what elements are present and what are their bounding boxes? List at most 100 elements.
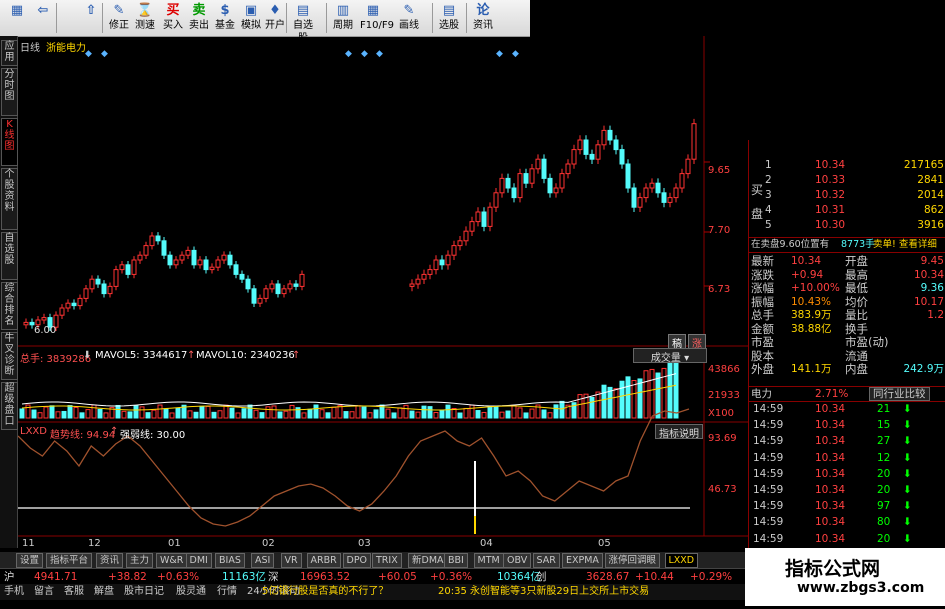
sz-amount: 10364亿: [497, 571, 541, 583]
left-tab[interactable]: 牛叉诊断: [1, 332, 18, 380]
toolbar-button[interactable]: 论资讯: [470, 2, 496, 34]
date-tick: 12: [88, 538, 101, 549]
indicator-tab[interactable]: DMI: [185, 553, 212, 568]
indicator-tab[interactable]: DPO: [342, 553, 372, 568]
toolbar-button[interactable]: 卖卖出: [186, 2, 212, 34]
status-link[interactable]: 客服: [64, 584, 84, 600]
left-tab[interactable]: 自选股: [1, 232, 18, 280]
low-price-label: 6.00: [34, 325, 57, 336]
toolbar-button[interactable]: ▦ F10/F9: [360, 2, 394, 34]
left-tab[interactable]: 个股资料: [1, 168, 18, 230]
tick-price: 10.34: [815, 484, 846, 496]
toolbar-button[interactable]: ✎ 修正: [106, 2, 132, 34]
toolbar-icon: $: [220, 3, 230, 18]
toolbar-button[interactable]: ▣ 模拟: [238, 2, 264, 34]
industry-name: 电力: [751, 388, 772, 400]
news-headline-1[interactable]: 5亿银行股是否真的不行了？: [262, 584, 388, 600]
indicator-tab[interactable]: ASI: [251, 553, 275, 568]
status-link[interactable]: 行情: [217, 584, 237, 600]
toolbar-button[interactable]: ♦ 开户: [262, 2, 288, 34]
indicator-tab[interactable]: BBI: [444, 553, 468, 568]
toolbar-icon: 买: [166, 3, 180, 18]
toolbar-button[interactable]: ▥ 周期: [330, 2, 356, 34]
indicator-tab[interactable]: VR: [280, 553, 302, 568]
sell-alert[interactable]: 在卖盘9.60位置有 8773手 卖单! 查看详细: [749, 237, 945, 253]
order-book-row[interactable]: 5 10.30 3916: [749, 218, 945, 232]
indicator-tab[interactable]: SAR: [532, 553, 560, 568]
toolbar: ▦ ⇦ ⇧ ✎ 修正 ⌛ 测速买买入卖卖出 $ 基金 ▣ 模拟 ♦ 开户 ▤ 自选股 ▥ 周期 ▦ F10/F9 ✎ 画…: [0, 0, 530, 44]
toolbar-button[interactable]: 买买入: [160, 2, 186, 34]
date-tick: 01: [168, 538, 181, 549]
toolbar-separator: [56, 3, 57, 33]
toolbar-button[interactable]: ✎ 画线: [396, 2, 422, 34]
indicator-tab[interactable]: TRIX: [372, 553, 402, 568]
toolbar-button[interactable]: ▦: [4, 2, 30, 34]
left-tab[interactable]: 超级盘口: [1, 382, 18, 430]
order-book-row[interactable]: 1 10.34 217165: [749, 158, 945, 172]
toolbar-separator: [102, 3, 103, 33]
toolbar-button[interactable]: $ 基金: [212, 2, 238, 34]
toolbar-label: 模拟: [241, 20, 261, 31]
order-book-row[interactable]: 4 10.31 862: [749, 203, 945, 217]
indicator-tab[interactable]: 资讯: [96, 553, 124, 568]
industry-compare-button[interactable]: 同行业比较: [869, 387, 930, 401]
indicator-tab[interactable]: OBV: [503, 553, 532, 568]
toolbar-icon: ▤: [442, 3, 456, 18]
tick-price: 10.34: [815, 467, 846, 480]
date-tick: 02: [262, 538, 275, 549]
quote-value: 10.34: [791, 255, 822, 267]
toolbar-icon: ✎: [403, 3, 415, 18]
status-link[interactable]: 解盘: [94, 584, 114, 600]
toolbar-button[interactable]: ⇦: [30, 2, 56, 34]
tick-row: 14:59 10.34 20 ⬇: [749, 532, 945, 546]
quote-label: 最高: [845, 267, 868, 282]
sell-alert-link[interactable]: 卖单! 查看详细: [873, 238, 937, 252]
indicator-tab[interactable]: ARBR: [306, 553, 341, 568]
toolbar-icon: ✎: [113, 3, 125, 18]
order-book-row[interactable]: 3 10.32 2014: [749, 188, 945, 202]
indicator-tab[interactable]: 设置: [16, 553, 44, 568]
left-tab[interactable]: 应用: [1, 40, 18, 66]
industry-row: 电力 2.71% 同行业比较: [749, 386, 945, 402]
quote-row: 涨幅 +10.00% 最低 9.36: [749, 281, 945, 295]
watermark-title: 指标公式网: [785, 558, 881, 580]
up-arrow-icon: ↑: [110, 426, 119, 437]
toolbar-button[interactable]: ⇧: [78, 2, 104, 34]
chart-area: ◆ ◆ ◆ ◆ ◆ ◆ ◆: [18, 36, 748, 537]
indicator-tab[interactable]: 主力: [126, 553, 154, 568]
toolbar-button[interactable]: ▤ 选股: [436, 2, 462, 34]
quote-panel: 买盘 1 10.34 217165 2 10.33 2841 3 10.32 2014 4 10.31…: [748, 140, 945, 593]
status-link[interactable]: 股市日记: [124, 584, 164, 600]
status-link[interactable]: 股灵通: [176, 584, 206, 600]
status-link[interactable]: 留言: [34, 584, 54, 600]
indicator-tab[interactable]: W&R: [156, 553, 188, 568]
toolbar-button[interactable]: ▤ 自选股: [290, 2, 316, 44]
order-book-row[interactable]: 2 10.33 2841: [749, 173, 945, 187]
volume-total: 总手: 3839286: [20, 354, 92, 365]
indicator-tab[interactable]: LXXD: [664, 553, 699, 568]
strong-line-value: 强弱线: 30.00: [120, 430, 186, 441]
volume-type-dropdown[interactable]: 成交量 ▾: [633, 348, 707, 364]
quote-label: 振幅: [751, 294, 774, 309]
status-link[interactable]: 手机: [4, 584, 24, 600]
quote-value: 1.2: [927, 309, 944, 321]
quote-label: 流通: [845, 348, 868, 363]
tick-volume: 20: [877, 532, 891, 545]
down-arrow-icon: ⬇: [903, 484, 912, 496]
news-headline-2[interactable]: 20:35 永创智能等3只新股29日上交所上市交易: [438, 584, 649, 600]
indicator-tab[interactable]: 涨停回调眼: [604, 553, 661, 568]
toolbar-label: 卖出: [189, 20, 209, 31]
up-arrow-icon: ↑: [292, 350, 301, 361]
indicator-tab[interactable]: 指标平台: [46, 553, 93, 568]
indicator-tab[interactable]: EXPMA: [562, 553, 603, 568]
left-tab[interactable]: 综合排名: [1, 282, 18, 330]
indicator-tab[interactable]: MTM: [473, 553, 504, 568]
indicator-tab[interactable]: BIAS: [215, 553, 245, 568]
indicator-tab[interactable]: 新DMA: [408, 553, 448, 568]
left-tab[interactable]: K线图: [1, 118, 18, 166]
tick-row: 14:59 10.34 27 ⬇: [749, 434, 945, 448]
tick-row: 14:59 10.34 80 ⬇: [749, 515, 945, 529]
toolbar-button[interactable]: ⌛ 测速: [132, 2, 158, 34]
left-tab[interactable]: 分时图: [1, 68, 18, 116]
indicator-help-button[interactable]: 指标说明: [655, 424, 703, 440]
